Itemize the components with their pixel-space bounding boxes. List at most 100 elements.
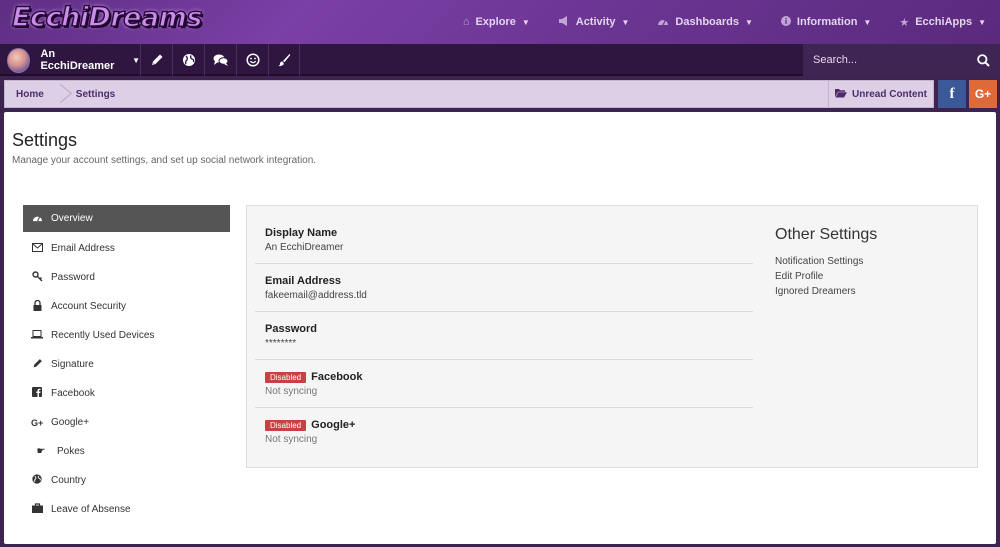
unread-content-button[interactable]: Unread Content <box>828 81 933 107</box>
user-bar: An EcchiDreamer ▼ <box>0 44 1000 76</box>
search-input[interactable] <box>803 44 966 76</box>
sidebar-item-account-security[interactable]: Account Security <box>23 292 230 321</box>
site-header: EcchiDreams ⌂ Explore ▼ Activity ▼ Dashb… <box>0 0 1000 44</box>
sidebar-item-label: Signature <box>51 359 94 370</box>
status-badge: Disabled <box>265 419 307 431</box>
sidebar-item-label: Overview <box>51 213 93 224</box>
nav-explore-label: Explore <box>475 16 516 28</box>
sidebar-item-leave[interactable]: Leave of Absense <box>23 495 230 524</box>
facebook-label: Facebook <box>311 371 363 383</box>
breadcrumb: Home Settings Unread Content <box>4 80 934 108</box>
nav-ecchiapps-label: EcchiApps <box>915 16 973 28</box>
envelope-icon <box>31 242 43 255</box>
googleplus-row: Disabled Google+ Not syncing <box>255 408 753 456</box>
sidebar-item-label: Password <box>51 272 95 283</box>
breadcrumb-trail: Home Settings <box>5 81 126 107</box>
main-nav: ⌂ Explore ▼ Activity ▼ Dashboards ▼ Info… <box>449 0 1000 44</box>
breadcrumb-home[interactable]: Home <box>5 81 55 107</box>
edit-profile-link[interactable]: Edit Profile <box>775 271 877 282</box>
password-label: Password <box>265 323 317 335</box>
other-settings: Other Settings Notification Settings Edi… <box>775 226 877 301</box>
nav-ecchiapps[interactable]: ★ EcchiApps ▼ <box>885 0 1000 44</box>
dashboard-icon <box>657 16 669 29</box>
chevron-down-icon: ▼ <box>978 17 986 27</box>
display-name-label: Display Name <box>265 227 338 239</box>
chevron-down-icon: ▼ <box>863 17 872 27</box>
sidebar-item-pokes[interactable]: ☛ Pokes <box>23 437 230 466</box>
googleplus-share-button[interactable]: G+ <box>969 80 997 108</box>
sidebar-item-overview[interactable]: Overview <box>23 205 230 232</box>
sidebar-item-signature[interactable]: Signature <box>23 350 230 379</box>
googleplus-status: Not syncing <box>265 434 318 445</box>
search-box <box>803 44 1000 76</box>
page-subtitle: Manage your account settings, and set up… <box>12 155 317 166</box>
nav-activity[interactable]: Activity ▼ <box>544 0 644 44</box>
breadcrumb-separator <box>55 81 65 107</box>
nav-dashboards-label: Dashboards <box>675 16 739 28</box>
sidebar-item-devices[interactable]: Recently Used Devices <box>23 321 230 350</box>
laptop-icon <box>31 329 43 342</box>
sidebar-item-email[interactable]: Email Address <box>23 234 230 263</box>
lock-icon <box>31 299 43 314</box>
quick-actions <box>140 44 300 76</box>
chevron-down-icon: ▼ <box>745 17 753 27</box>
facebook-label-line: Disabled Facebook <box>265 371 753 383</box>
display-name-value: An EcchiDreamer <box>265 242 344 253</box>
googleplus-label-line: Disabled Google+ <box>265 419 753 431</box>
googleplus-label: Google+ <box>311 419 356 431</box>
globe-icon[interactable] <box>172 44 204 76</box>
email-label: Email Address <box>265 275 342 287</box>
settings-list: Display Name An EcchiDreamer Email Addre… <box>255 216 753 456</box>
sidebar-item-password[interactable]: Password <box>23 263 230 292</box>
home-icon: ⌂ <box>462 16 470 28</box>
notification-settings-link[interactable]: Notification Settings <box>775 256 877 267</box>
brush-icon[interactable] <box>268 44 300 76</box>
sidebar-item-label: Pokes <box>57 446 85 457</box>
sidebar-item-label: Google+ <box>51 417 90 428</box>
ignored-dreamers-link[interactable]: Ignored Dreamers <box>775 286 877 297</box>
megaphone-icon <box>558 15 570 29</box>
sidebar-item-facebook[interactable]: Facebook <box>23 379 230 408</box>
sidebar-item-label: Country <box>51 475 87 486</box>
nav-information-label: Information <box>796 16 858 28</box>
facebook-icon <box>31 387 43 400</box>
nav-explore[interactable]: ⌂ Explore ▼ <box>449 0 544 44</box>
avatar <box>7 47 31 73</box>
pencil-icon[interactable] <box>140 44 172 76</box>
chevron-down-icon: ▼ <box>621 17 630 27</box>
chevron-down-icon: ▼ <box>521 17 530 27</box>
username: An EcchiDreamer <box>40 48 115 72</box>
overview-panel: Display Name An EcchiDreamer Email Addre… <box>246 205 978 468</box>
unread-content-label: Unread Content <box>852 88 927 100</box>
sidebar-item-country[interactable]: Country <box>23 466 230 495</box>
user-menu[interactable]: An EcchiDreamer ▼ <box>0 44 140 76</box>
key-icon <box>31 270 43 285</box>
breadcrumb-current[interactable]: Settings <box>65 81 126 107</box>
chat-icon[interactable] <box>204 44 236 76</box>
smile-icon[interactable] <box>236 44 268 76</box>
facebook-row: Disabled Facebook Not syncing <box>255 360 753 408</box>
display-name-row: Display Name An EcchiDreamer <box>255 216 753 264</box>
briefcase-icon <box>31 503 43 516</box>
pencil-icon <box>31 358 43 372</box>
nav-information[interactable]: Information ▼ <box>767 0 885 44</box>
sidebar-item-label: Facebook <box>51 388 95 399</box>
search-icon[interactable] <box>966 44 1000 76</box>
nav-activity-label: Activity <box>575 16 616 28</box>
info-icon <box>780 15 791 29</box>
facebook-status: Not syncing <box>265 386 318 397</box>
site-logo[interactable]: EcchiDreams <box>11 1 203 34</box>
email-value: fakeemail@address.tld <box>265 290 367 301</box>
sidebar-item-googleplus[interactable]: G+ Google+ <box>23 408 230 437</box>
sidebar-item-label: Recently Used Devices <box>51 330 155 341</box>
content-panel: Settings Manage your account settings, a… <box>4 112 996 544</box>
globe-icon <box>31 474 43 487</box>
email-row: Email Address fakeemail@address.tld <box>255 264 753 312</box>
status-badge: Disabled <box>265 371 307 383</box>
facebook-icon: f <box>949 85 955 102</box>
star-icon: ★ <box>899 16 910 29</box>
page-title: Settings <box>12 130 78 150</box>
folder-open-icon <box>835 88 847 101</box>
nav-dashboards[interactable]: Dashboards ▼ <box>643 0 767 44</box>
facebook-share-button[interactable]: f <box>938 80 966 108</box>
